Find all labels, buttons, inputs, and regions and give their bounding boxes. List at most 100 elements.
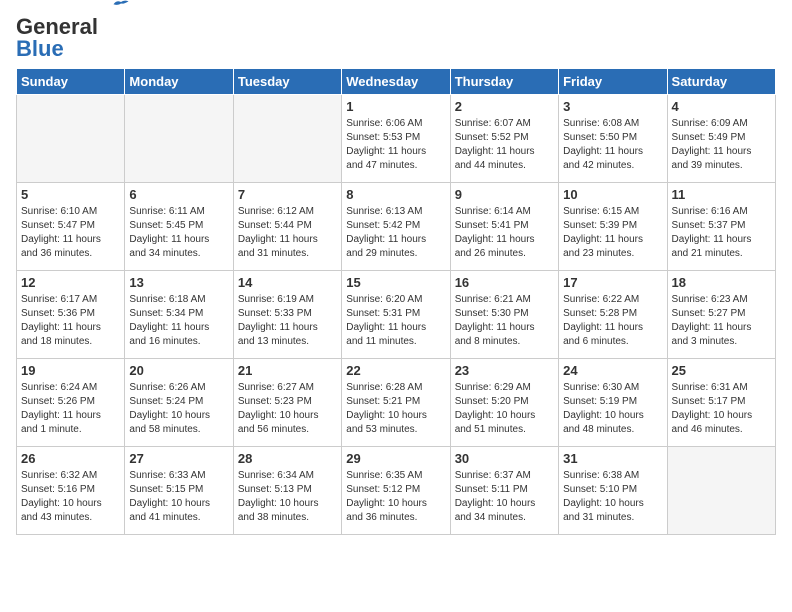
weekday-tuesday: Tuesday [233, 69, 341, 95]
day-info: Sunrise: 6:22 AM Sunset: 5:28 PM Dayligh… [563, 293, 662, 349]
calendar-cell: 12Sunrise: 6:17 AM Sunset: 5:36 PM Dayli… [17, 271, 125, 359]
day-info: Sunrise: 6:11 AM Sunset: 5:45 PM Dayligh… [129, 205, 228, 261]
week-row-5: 26Sunrise: 6:32 AM Sunset: 5:16 PM Dayli… [17, 447, 776, 535]
week-row-1: 1 Sunrise: 6:06 AM Sunset: 5:53 PM Daylig… [17, 95, 776, 183]
day-info: Sunrise: 6:34 AM Sunset: 5:13 PM Dayligh… [238, 469, 337, 525]
day-info: Sunrise: 6:28 AM Sunset: 5:21 PM Dayligh… [346, 381, 445, 437]
calendar-cell: 8Sunrise: 6:13 AM Sunset: 5:42 PM Daylig… [342, 183, 450, 271]
day-number: 30 [455, 451, 554, 466]
logo: GeneralBlue [16, 16, 98, 60]
calendar-cell [667, 447, 775, 535]
calendar-cell: 24 Sunrise: 6:30 AM Sunset: 5:19 PM Dayli… [559, 359, 667, 447]
day-info: Sunrise: 6:37 AM Sunset: 5:11 PM Dayligh… [455, 469, 554, 525]
day-number: 27 [129, 451, 228, 466]
day-number: 24 [563, 363, 662, 378]
day-info: Sunrise: 6:16 AM Sunset: 5:37 PM Dayligh… [672, 205, 771, 261]
day-info: Sunrise: 6:19 AM Sunset: 5:33 PM Dayligh… [238, 293, 337, 349]
weekday-saturday: Saturday [667, 69, 775, 95]
weekday-wednesday: Wednesday [342, 69, 450, 95]
calendar-cell: 9 Sunrise: 6:14 AM Sunset: 5:41 PM Daylig… [450, 183, 558, 271]
day-info: Sunrise: 6:26 AM Sunset: 5:24 PM Dayligh… [129, 381, 228, 437]
calendar-cell: 4 Sunrise: 6:09 AM Sunset: 5:49 PM Daylig… [667, 95, 775, 183]
day-number: 26 [21, 451, 120, 466]
calendar-cell: 16 Sunrise: 6:21 AM Sunset: 5:30 PM Dayli… [450, 271, 558, 359]
day-info: Sunrise: 6:10 AM Sunset: 5:47 PM Dayligh… [21, 205, 120, 261]
calendar-table: SundayMondayTuesdayWednesdayThursdayFrid… [16, 68, 776, 535]
day-info: Sunrise: 6:12 AM Sunset: 5:44 PM Dayligh… [238, 205, 337, 261]
calendar-cell: 2 Sunrise: 6:07 AM Sunset: 5:52 PM Daylig… [450, 95, 558, 183]
day-info: Sunrise: 6:33 AM Sunset: 5:15 PM Dayligh… [129, 469, 228, 525]
calendar-cell: 23 Sunrise: 6:29 AM Sunset: 5:20 PM Dayli… [450, 359, 558, 447]
weekday-header-row: SundayMondayTuesdayWednesdayThursdayFrid… [17, 69, 776, 95]
day-info: Sunrise: 6:30 AM Sunset: 5:19 PM Dayligh… [563, 381, 662, 437]
day-info: Sunrise: 6:38 AM Sunset: 5:10 PM Dayligh… [563, 469, 662, 525]
day-number: 3 [563, 99, 662, 114]
day-number: 4 [672, 99, 771, 114]
week-row-3: 12Sunrise: 6:17 AM Sunset: 5:36 PM Dayli… [17, 271, 776, 359]
day-number: 7 [238, 187, 337, 202]
calendar-cell: 25 Sunrise: 6:31 AM Sunset: 5:17 PM Dayli… [667, 359, 775, 447]
calendar-cell: 27 Sunrise: 6:33 AM Sunset: 5:15 PM Dayli… [125, 447, 233, 535]
calendar-cell: 3Sunrise: 6:08 AM Sunset: 5:50 PM Daylig… [559, 95, 667, 183]
weekday-thursday: Thursday [450, 69, 558, 95]
calendar-cell: 22 Sunrise: 6:28 AM Sunset: 5:21 PM Dayli… [342, 359, 450, 447]
logo-bird-icon [112, 0, 130, 12]
calendar-cell: 5 Sunrise: 6:10 AM Sunset: 5:47 PM Daylig… [17, 183, 125, 271]
day-number: 6 [129, 187, 228, 202]
day-number: 31 [563, 451, 662, 466]
day-info: Sunrise: 6:29 AM Sunset: 5:20 PM Dayligh… [455, 381, 554, 437]
day-number: 5 [21, 187, 120, 202]
calendar-cell: 29Sunrise: 6:35 AM Sunset: 5:12 PM Dayli… [342, 447, 450, 535]
calendar-cell: 1 Sunrise: 6:06 AM Sunset: 5:53 PM Daylig… [342, 95, 450, 183]
calendar-cell: 7 Sunrise: 6:12 AM Sunset: 5:44 PM Daylig… [233, 183, 341, 271]
day-info: Sunrise: 6:13 AM Sunset: 5:42 PM Dayligh… [346, 205, 445, 261]
day-info: Sunrise: 6:17 AM Sunset: 5:36 PM Dayligh… [21, 293, 120, 349]
day-info: Sunrise: 6:06 AM Sunset: 5:53 PM Dayligh… [346, 117, 445, 173]
day-number: 28 [238, 451, 337, 466]
calendar-cell: 6 Sunrise: 6:11 AM Sunset: 5:45 PM Daylig… [125, 183, 233, 271]
calendar-cell: 11 Sunrise: 6:16 AM Sunset: 5:37 PM Dayli… [667, 183, 775, 271]
day-number: 11 [672, 187, 771, 202]
calendar-cell: 31 Sunrise: 6:38 AM Sunset: 5:10 PM Dayli… [559, 447, 667, 535]
day-info: Sunrise: 6:20 AM Sunset: 5:31 PM Dayligh… [346, 293, 445, 349]
weekday-friday: Friday [559, 69, 667, 95]
calendar-cell: 17 Sunrise: 6:22 AM Sunset: 5:28 PM Dayli… [559, 271, 667, 359]
day-number: 17 [563, 275, 662, 290]
day-number: 13 [129, 275, 228, 290]
day-info: Sunrise: 6:14 AM Sunset: 5:41 PM Dayligh… [455, 205, 554, 261]
calendar-cell [17, 95, 125, 183]
day-info: Sunrise: 6:31 AM Sunset: 5:17 PM Dayligh… [672, 381, 771, 437]
day-number: 1 [346, 99, 445, 114]
day-number: 25 [672, 363, 771, 378]
calendar-cell: 30 Sunrise: 6:37 AM Sunset: 5:11 PM Dayli… [450, 447, 558, 535]
calendar-cell: 20Sunrise: 6:26 AM Sunset: 5:24 PM Dayli… [125, 359, 233, 447]
day-info: Sunrise: 6:21 AM Sunset: 5:30 PM Dayligh… [455, 293, 554, 349]
calendar-cell: 14 Sunrise: 6:19 AM Sunset: 5:33 PM Dayli… [233, 271, 341, 359]
day-info: Sunrise: 6:24 AM Sunset: 5:26 PM Dayligh… [21, 381, 120, 437]
day-info: Sunrise: 6:15 AM Sunset: 5:39 PM Dayligh… [563, 205, 662, 261]
day-number: 18 [672, 275, 771, 290]
page-header: GeneralBlue [16, 16, 776, 60]
day-info: Sunrise: 6:27 AM Sunset: 5:23 PM Dayligh… [238, 381, 337, 437]
day-number: 9 [455, 187, 554, 202]
calendar-cell: 18 Sunrise: 6:23 AM Sunset: 5:27 PM Dayli… [667, 271, 775, 359]
weekday-monday: Monday [125, 69, 233, 95]
day-number: 22 [346, 363, 445, 378]
calendar-cell: 15 Sunrise: 6:20 AM Sunset: 5:31 PM Dayli… [342, 271, 450, 359]
day-info: Sunrise: 6:35 AM Sunset: 5:12 PM Dayligh… [346, 469, 445, 525]
day-number: 21 [238, 363, 337, 378]
day-number: 15 [346, 275, 445, 290]
day-number: 19 [21, 363, 120, 378]
day-number: 14 [238, 275, 337, 290]
calendar-cell: 28 Sunrise: 6:34 AM Sunset: 5:13 PM Dayli… [233, 447, 341, 535]
day-number: 23 [455, 363, 554, 378]
day-number: 16 [455, 275, 554, 290]
day-info: Sunrise: 6:23 AM Sunset: 5:27 PM Dayligh… [672, 293, 771, 349]
logo-text: GeneralBlue [16, 16, 98, 60]
day-info: Sunrise: 6:07 AM Sunset: 5:52 PM Dayligh… [455, 117, 554, 173]
day-number: 2 [455, 99, 554, 114]
calendar-body: 1 Sunrise: 6:06 AM Sunset: 5:53 PM Daylig… [17, 95, 776, 535]
calendar-cell: 26Sunrise: 6:32 AM Sunset: 5:16 PM Dayli… [17, 447, 125, 535]
calendar-cell: 13Sunrise: 6:18 AM Sunset: 5:34 PM Dayli… [125, 271, 233, 359]
day-info: Sunrise: 6:09 AM Sunset: 5:49 PM Dayligh… [672, 117, 771, 173]
